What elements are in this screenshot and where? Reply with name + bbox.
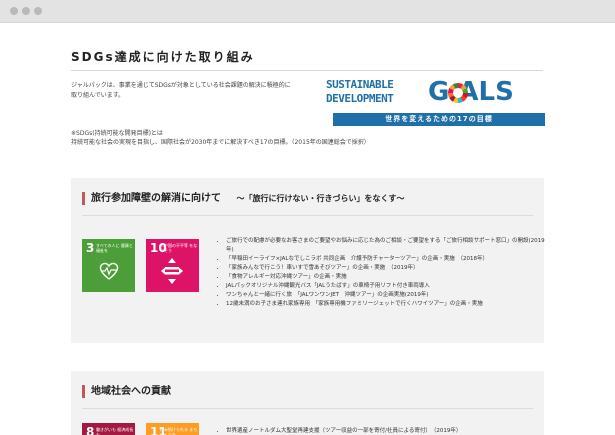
- goal-3-tile: 3 すべての人に 健康と福祉を: [82, 239, 135, 292]
- goal-label: 人や国の不平等 をなくそう: [160, 243, 198, 253]
- logo-line-development: DEVELOPMENT: [326, 92, 394, 105]
- intro-text: ジャルパックは、事業を通じてSDGsが対象としている社会課題の解決に積極的に取り…: [71, 82, 291, 99]
- section-title: 地域社会への貢献: [91, 386, 171, 397]
- page-title: SDGs達成に向けた取り組み: [71, 50, 255, 64]
- note-line-2: 持続可能な社会の実現を目指し、国際社会が2030年までに解決すべき17の目標。（…: [71, 139, 370, 146]
- goal-label: すべての人に 健康と福祉を: [96, 243, 133, 253]
- browser-titlebar: [0, 0, 615, 23]
- goal-8-tile: 8 働きがいも 経済成長も: [82, 423, 135, 435]
- initiative-list: ご旅行での配慮が必要なお客さまのご要望やお悩みに応じた為のご相談・ご要望をする「…: [216, 237, 546, 309]
- goal-label: 働きがいも 経済成長も: [96, 427, 134, 435]
- list-item: 世界遺産ノートルダム大聖堂再建支援（ツアー収益の一部を寄付/社員による寄付） （…: [226, 427, 546, 435]
- goal-number: 3: [86, 241, 95, 255]
- list-item: 12歳未満のお子さま連れ家族専用 「家族専用機ファミリージェットで行くハワイツア…: [226, 300, 546, 309]
- maximize-dot-icon[interactable]: [34, 7, 42, 15]
- section-heading: 地域社会への貢献: [82, 385, 171, 398]
- heartbeat-icon: [99, 262, 119, 280]
- list-item: ワンちゃんと一緒に行く旅 「JALワンワンJET 沖縄ツアー」の企画実施(201…: [226, 291, 546, 300]
- section-travel-barriers: 旅行参加障壁の解消に向けて 〜「旅行に行けない・行きづらい」をなくす〜 3 すべ…: [71, 178, 546, 343]
- section-community: 地域社会への貢献 8 働きがいも 経済成長も 11 住み続けられる まちづくりを…: [71, 371, 544, 435]
- section-divider: [82, 408, 533, 409]
- sdgs-wheel-icon: [448, 83, 468, 103]
- list-item: 「早稲田イーライフ×JALなでしこラボ 共同企画 介護予防チャーターツアー」の企…: [226, 255, 546, 264]
- list-item: JALパックオリジナル沖縄観光バス「JALうたばす」の車椅子用リフト付き車両導入: [226, 282, 546, 291]
- logo-goals-word: G ALS: [428, 77, 514, 107]
- note-line-1: ※SDGs(持続可能な開発目標)とは: [71, 130, 163, 137]
- list-item: 「家族みんなで行こう！車いすで雪あそびツアー」の企画・実施 （2019年）: [226, 264, 546, 273]
- list-item: 「食物アレルギー対応沖縄ツアー」の企画・実施: [226, 273, 546, 282]
- logo-text: SUSTAINABLE DEVELOPMENT: [326, 78, 394, 106]
- equality-icon: [161, 258, 183, 284]
- page-content: SDGs達成に向けた取り組み ジャルパックは、事業を通じてSDGsが対象としてい…: [0, 23, 615, 435]
- goal-label: 住み続けられる まちづくりを: [160, 427, 198, 435]
- close-dot-icon[interactable]: [10, 7, 18, 15]
- list-item: ご旅行での配慮が必要なお客さまのご要望やお悩みに応じた為のご相談・ご要望をする「…: [226, 237, 546, 255]
- section-heading: 旅行参加障壁の解消に向けて 〜「旅行に行けない・行きづらい」をなくす〜: [82, 192, 404, 205]
- logo-line-sustainable: SUSTAINABLE: [326, 78, 394, 91]
- goal-11-tile: 11 住み続けられる まちづくりを: [146, 423, 199, 435]
- browser-window: SDGs達成に向けた取り組み ジャルパックは、事業を通じてSDGsが対象としてい…: [0, 0, 615, 435]
- section-divider: [82, 215, 533, 216]
- sdgs-note: ※SDGs(持続可能な開発目標)とは 持続可能な社会の実現を目指し、国際社会が2…: [71, 129, 431, 147]
- minimize-dot-icon[interactable]: [22, 7, 30, 15]
- initiative-list: 世界遺産ノートルダム大聖堂再建支援（ツアー収益の一部を寄付/社員による寄付） （…: [216, 427, 546, 435]
- section-subtitle: 〜「旅行に行けない・行きづらい」をなくす〜: [236, 194, 405, 203]
- goal-10-tile: 10 人や国の不平等 をなくそう: [146, 239, 199, 292]
- goal-number: 8: [86, 425, 95, 435]
- section-title: 旅行参加障壁の解消に向けて: [91, 193, 221, 204]
- title-divider: [71, 70, 543, 71]
- logo-band: 世界を変えるための17の目標: [333, 113, 545, 126]
